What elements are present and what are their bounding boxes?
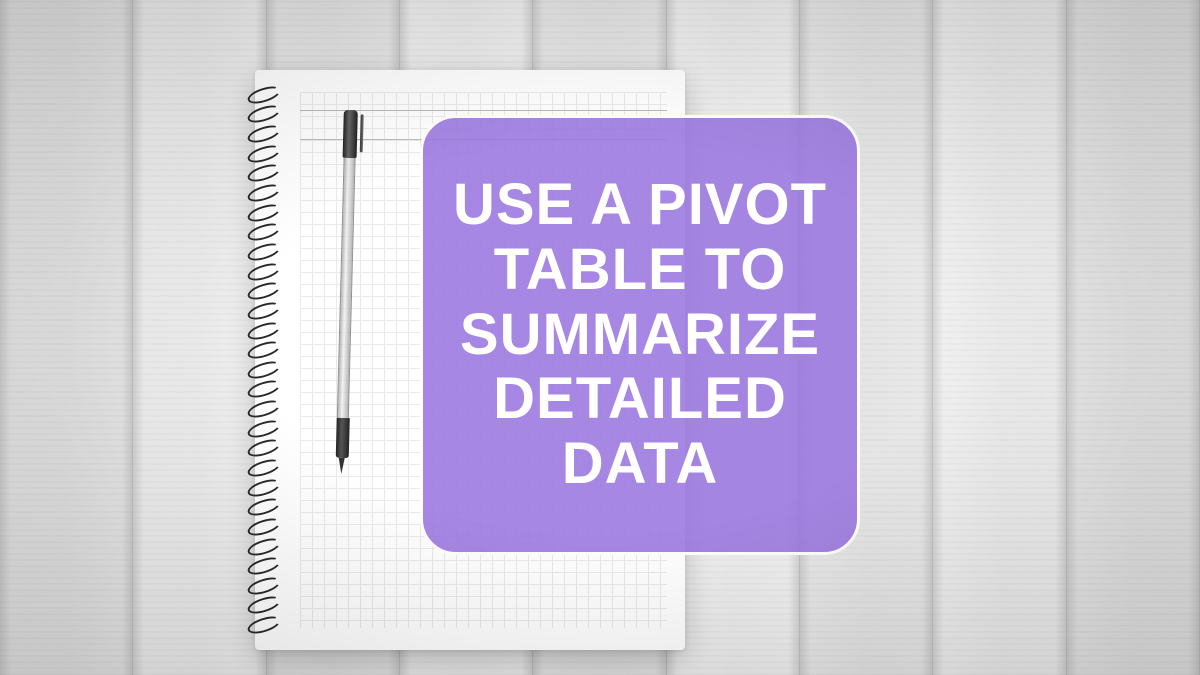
spiral-ring	[246, 161, 283, 185]
spiral-ring	[246, 279, 283, 303]
pen-cap	[343, 110, 358, 158]
spiral-ring	[246, 319, 283, 343]
spiral-ring	[246, 260, 283, 284]
spiral-ring	[246, 554, 283, 578]
spiral-ring	[246, 378, 283, 402]
wood-plank	[933, 0, 1066, 675]
callout-card: USE A PIVOT TABLE TO SUMMARIZE DETAILED …	[420, 115, 860, 555]
spiral-ring	[246, 299, 283, 323]
spiral-ring	[246, 220, 283, 244]
spiral-binding	[247, 85, 281, 635]
spiral-ring	[246, 397, 283, 421]
spiral-ring	[246, 181, 283, 205]
spiral-ring	[246, 122, 283, 146]
spiral-ring	[246, 83, 283, 107]
pen-grip	[335, 418, 349, 458]
spiral-ring	[246, 358, 283, 382]
callout-title: USE A PIVOT TABLE TO SUMMARIZE DETAILED …	[447, 173, 833, 498]
spiral-ring	[246, 476, 283, 500]
wood-plank	[0, 0, 133, 675]
wood-plank	[1067, 0, 1200, 675]
spiral-ring	[246, 594, 283, 618]
spiral-ring	[246, 436, 283, 460]
spiral-ring	[246, 456, 283, 480]
spiral-ring	[246, 515, 283, 539]
pen-tip	[338, 458, 344, 474]
spiral-ring	[246, 240, 283, 264]
spiral-ring	[246, 495, 283, 519]
spiral-ring	[246, 613, 283, 637]
spiral-ring	[246, 201, 283, 225]
spiral-ring	[246, 338, 283, 362]
spiral-ring	[246, 103, 283, 127]
spiral-ring	[246, 574, 283, 598]
spiral-ring	[246, 142, 283, 166]
spiral-ring	[246, 417, 283, 441]
spiral-ring	[246, 535, 283, 559]
